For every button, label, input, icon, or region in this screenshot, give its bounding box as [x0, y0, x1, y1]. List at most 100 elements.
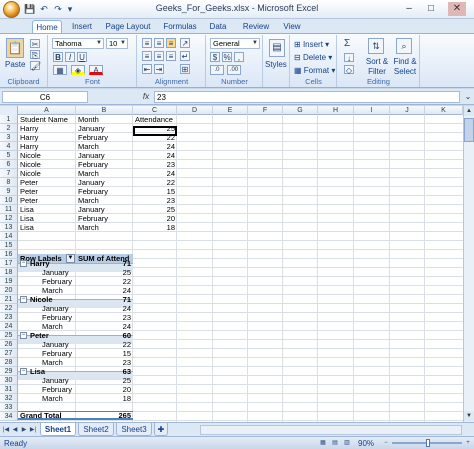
insert-function-button[interactable]: fx: [140, 91, 152, 103]
row-header[interactable]: 3: [0, 133, 18, 142]
increase-decimal-button[interactable]: .0: [210, 65, 224, 75]
align-top-icon[interactable]: ≡: [142, 38, 152, 48]
copy-icon[interactable]: ⎘: [30, 50, 40, 60]
pivot-month-value[interactable]: 20: [76, 385, 133, 394]
pivot-month-value[interactable]: 22: [76, 340, 133, 349]
minimize-button[interactable]: –: [400, 2, 418, 16]
pivot-month-value[interactable]: 18: [76, 394, 133, 403]
cell-attendance[interactable]: 23: [133, 160, 177, 169]
column-header-g[interactable]: G: [283, 106, 318, 115]
page-break-view-icon[interactable]: ▥: [342, 438, 352, 448]
row-header[interactable]: 13: [0, 223, 18, 232]
page-layout-view-icon[interactable]: ▤: [330, 438, 340, 448]
row-header[interactable]: 2: [0, 124, 18, 133]
scroll-up-icon[interactable]: ▲: [464, 106, 474, 116]
sort-filter-icon[interactable]: ⇅: [368, 38, 384, 54]
column-header-h[interactable]: H: [318, 106, 354, 115]
row-header[interactable]: 7: [0, 169, 18, 178]
row-header[interactable]: 6: [0, 160, 18, 169]
cell-student-name[interactable]: Peter: [18, 178, 76, 187]
pivot-month-label[interactable]: January: [40, 340, 76, 349]
cell-attendance[interactable]: 23: [133, 196, 177, 205]
sheet-tab-sheet2[interactable]: Sheet2: [78, 423, 114, 436]
format-painter-icon[interactable]: 🖌: [30, 61, 41, 71]
comma-button[interactable]: ,: [234, 52, 244, 62]
cell-month[interactable]: January: [76, 124, 133, 133]
row-header[interactable]: 32: [0, 394, 18, 403]
cell-student-name[interactable]: Peter: [18, 187, 76, 196]
row-header[interactable]: 4: [0, 142, 18, 151]
pivot-month-value[interactable]: 24: [76, 286, 133, 295]
pivot-month-label[interactable]: January: [40, 268, 76, 277]
delete-button[interactable]: ⊟ Delete ▾: [294, 53, 332, 63]
styles-icon[interactable]: ▤: [269, 39, 285, 57]
align-center-icon[interactable]: ≡: [154, 51, 164, 61]
selected-cell-c6[interactable]: [133, 126, 177, 136]
pivot-group-total[interactable]: 71: [76, 295, 133, 304]
pivot-month-label[interactable]: March: [40, 394, 76, 403]
collapse-icon[interactable]: −: [20, 260, 27, 267]
row-header[interactable]: 1: [0, 115, 18, 124]
cell-attendance[interactable]: 24: [133, 142, 177, 151]
scroll-thumb[interactable]: [464, 118, 474, 142]
pivot-group-label[interactable]: Nicole: [28, 295, 76, 304]
cell-header-attendance[interactable]: Attendance: [133, 115, 177, 124]
column-header-f[interactable]: F: [248, 106, 283, 115]
sheet-tab-sheet1[interactable]: Sheet1: [40, 423, 76, 436]
pivot-group-label[interactable]: Lisa: [28, 367, 76, 376]
cell-month[interactable]: March: [76, 196, 133, 205]
pivot-month-value[interactable]: 25: [76, 376, 133, 385]
tab-formulas[interactable]: Formulas: [160, 20, 200, 33]
cell-student-name[interactable]: Harry: [18, 124, 76, 133]
cell-attendance[interactable]: 20: [133, 214, 177, 223]
row-header[interactable]: 19: [0, 277, 18, 286]
normal-view-icon[interactable]: ▦: [318, 438, 328, 448]
formula-input[interactable]: 23: [154, 91, 460, 103]
font-color-button[interactable]: A: [89, 65, 103, 75]
align-left-icon[interactable]: ≡: [142, 51, 152, 61]
cell-attendance[interactable]: 24: [133, 151, 177, 160]
underline-button[interactable]: U: [77, 52, 87, 62]
cell-month[interactable]: February: [76, 160, 133, 169]
column-header-c[interactable]: C: [133, 106, 177, 115]
cell-month[interactable]: January: [76, 178, 133, 187]
cell-attendance[interactable]: 18: [133, 223, 177, 232]
tab-insert[interactable]: Insert: [68, 20, 96, 33]
insert-button[interactable]: ⊞ Insert ▾: [294, 40, 329, 50]
prev-sheet-icon[interactable]: ◀: [11, 425, 19, 435]
fill-icon[interactable]: ↓: [344, 53, 354, 63]
row-header[interactable]: 33: [0, 403, 18, 412]
pivot-grand-total-label[interactable]: Grand Total: [18, 411, 76, 420]
column-header-i[interactable]: I: [354, 106, 390, 115]
last-sheet-icon[interactable]: ▶|: [29, 425, 37, 435]
pivot-month-value[interactable]: 24: [76, 322, 133, 331]
percent-button[interactable]: %: [222, 52, 232, 62]
cell-student-name[interactable]: Lisa: [18, 223, 76, 232]
worksheet-grid[interactable]: A B C D E F G H I J K 1 2 3 4 5 6 7 8 9 10 11 12 13 1…: [0, 106, 463, 422]
zoom-in-icon[interactable]: +: [464, 438, 472, 448]
sort-filter-button[interactable]: Sort & Filter: [364, 57, 390, 77]
cell-student-name[interactable]: Peter: [18, 196, 76, 205]
cell-student-name[interactable]: Lisa: [18, 205, 76, 214]
restore-button[interactable]: □: [422, 2, 440, 16]
autosum-button[interactable]: Σ: [344, 39, 350, 49]
row-header[interactable]: 17: [0, 259, 18, 268]
select-all-corner[interactable]: [0, 106, 18, 115]
pivot-month-value[interactable]: 22: [76, 277, 133, 286]
row-header[interactable]: 8: [0, 178, 18, 187]
find-select-button[interactable]: Find & Select: [391, 57, 419, 77]
align-right-icon[interactable]: ≡: [166, 51, 176, 61]
pivot-month-value[interactable]: 25: [76, 268, 133, 277]
binoculars-icon[interactable]: ⌕: [396, 38, 412, 54]
tab-page-layout[interactable]: Page Layout: [104, 20, 152, 33]
name-box[interactable]: C6: [2, 91, 88, 103]
row-header[interactable]: 10: [0, 196, 18, 205]
cell-student-name[interactable]: Harry: [18, 133, 76, 142]
cell-month[interactable]: March: [76, 142, 133, 151]
font-family-select[interactable]: Tahoma ▼: [52, 38, 104, 49]
cut-icon[interactable]: ✂: [30, 39, 40, 49]
decrease-decimal-button[interactable]: .00: [227, 65, 241, 75]
align-middle-icon[interactable]: ≡: [154, 38, 164, 48]
cell-student-name[interactable]: Nicole: [18, 151, 76, 160]
pivot-group-label[interactable]: Harry: [28, 259, 76, 268]
